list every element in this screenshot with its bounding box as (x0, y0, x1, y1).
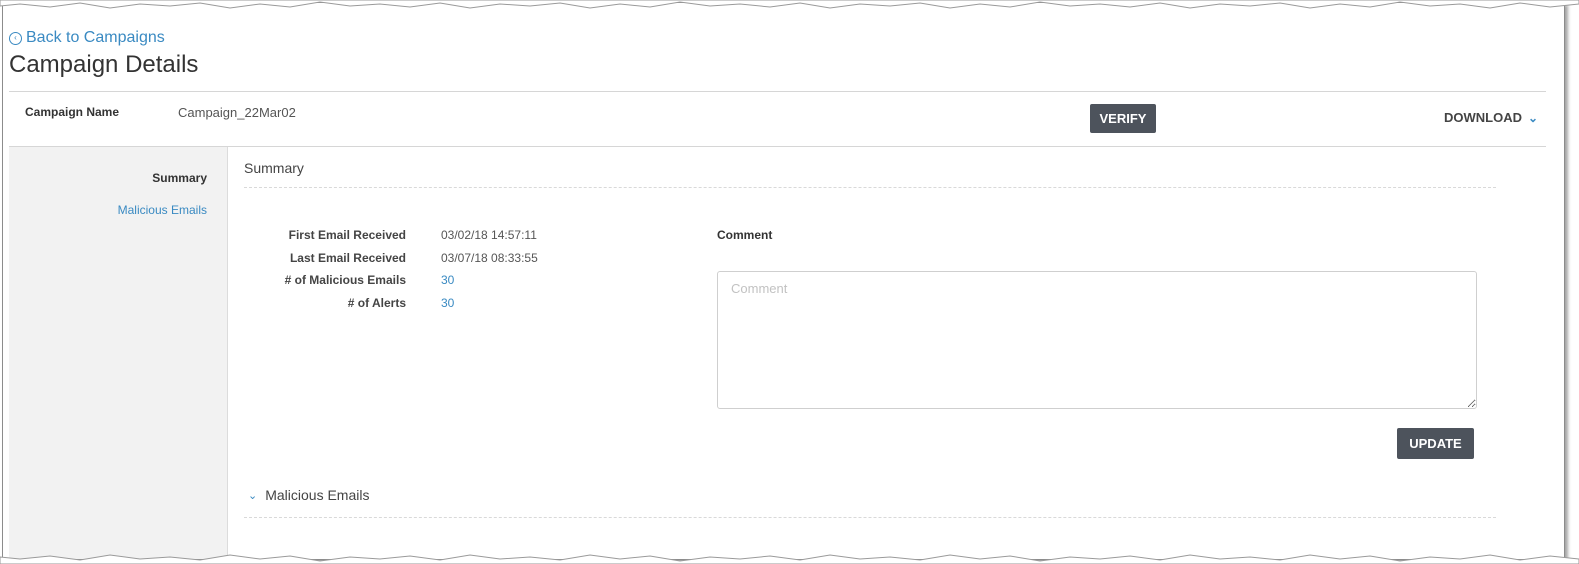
malicious-emails-section-title: Malicious Emails (265, 487, 370, 503)
update-button[interactable]: UPDATE (1397, 428, 1474, 459)
sidebar-item-summary[interactable]: Summary (152, 171, 207, 185)
comment-textarea[interactable] (717, 271, 1477, 409)
screenshot-frame: ‹ Back to Campaigns Campaign Details Cam… (2, 2, 1565, 560)
section-divider (244, 517, 1496, 518)
first-email-received-label: First Email Received (288, 228, 406, 242)
first-email-received-value: 03/02/18 14:57:11 (441, 228, 537, 242)
chevron-down-icon: ⌄ (1528, 110, 1539, 125)
verify-button[interactable]: VERIFY (1090, 104, 1156, 133)
back-link-label: Back to Campaigns (26, 29, 165, 46)
summary-section-title: Summary (244, 160, 304, 176)
last-email-received-value: 03/07/18 08:33:55 (441, 251, 538, 265)
sidebar-item-malicious-emails[interactable]: Malicious Emails (118, 203, 207, 217)
page-title: Campaign Details (9, 51, 199, 78)
torn-edge-bottom (0, 554, 1579, 564)
alerts-count-label: # of Alerts (347, 296, 406, 310)
chevron-down-icon: ⌄ (248, 489, 258, 502)
download-label: DOWNLOAD (1444, 110, 1522, 125)
divider (9, 91, 1546, 92)
comment-label: Comment (717, 228, 773, 242)
malicious-emails-count-link[interactable]: 30 (441, 273, 454, 287)
circle-arrow-left-icon: ‹ (9, 31, 22, 45)
torn-edge-top (0, 0, 1579, 9)
campaign-name-value: Campaign_22Mar02 (178, 105, 296, 120)
back-to-campaigns-link[interactable]: ‹ Back to Campaigns (9, 29, 165, 47)
alerts-count-link[interactable]: 30 (441, 296, 454, 310)
section-divider (244, 187, 1496, 188)
last-email-received-label: Last Email Received (289, 251, 406, 265)
malicious-emails-count-label: # of Malicious Emails (284, 273, 406, 287)
campaign-name-label: Campaign Name (25, 105, 120, 119)
malicious-emails-section-toggle[interactable]: ⌄ Malicious Emails (248, 487, 369, 503)
sidebar: Summary Malicious Emails (9, 147, 228, 559)
divider (9, 146, 1546, 147)
download-dropdown[interactable]: DOWNLOAD ⌄ (1444, 110, 1538, 125)
